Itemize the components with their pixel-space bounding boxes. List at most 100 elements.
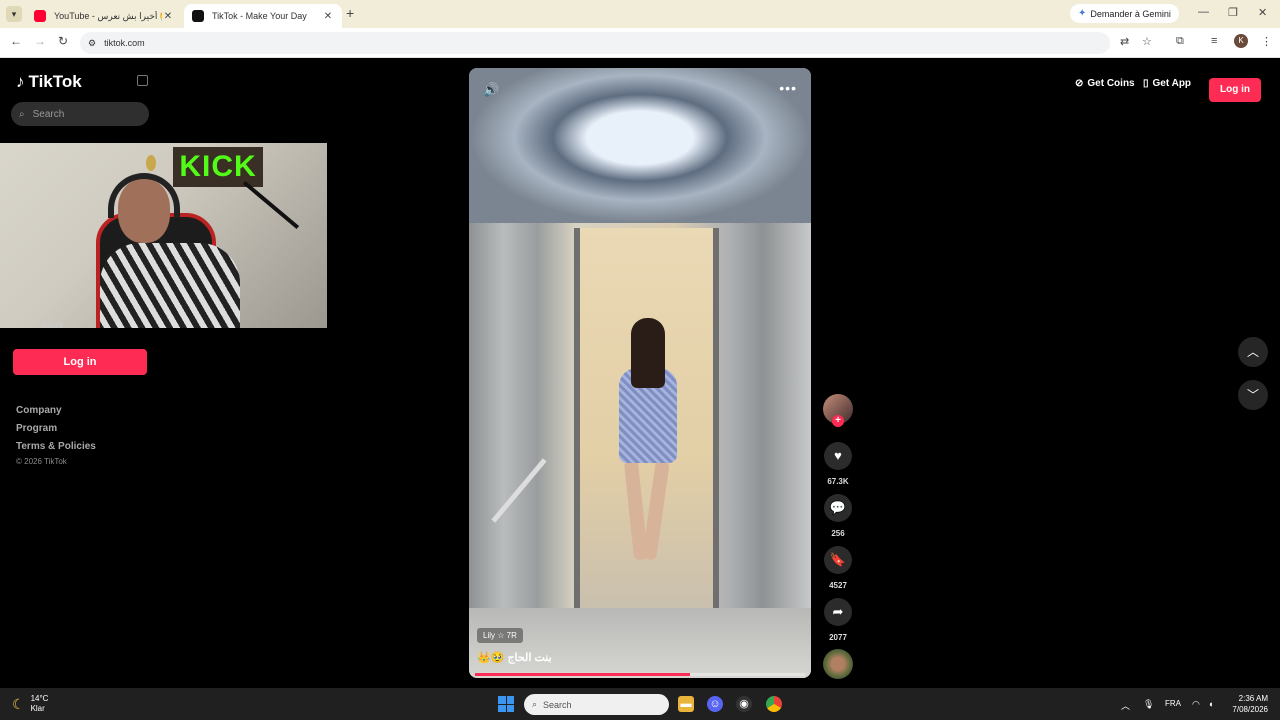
gemini-label: Demander à Gemini xyxy=(1090,8,1171,19)
translate-icon[interactable]: ⇄ xyxy=(1120,35,1129,48)
clock[interactable]: 2:36 AM 7/08/2026 xyxy=(1222,693,1268,715)
chrome-icon[interactable] xyxy=(766,696,782,712)
video-caption: بنت الحاج 🥹👑 xyxy=(477,652,552,664)
start-button[interactable] xyxy=(498,696,514,712)
collapse-sidebar-icon[interactable] xyxy=(137,75,148,86)
wall-sticker xyxy=(146,155,156,171)
youtube-favicon-icon xyxy=(34,10,46,22)
video-tag[interactable]: Lily ☆ 7R xyxy=(477,628,523,643)
coin-icon: ⊘ xyxy=(1075,78,1084,89)
file-explorer-icon[interactable]: ▬ xyxy=(678,696,694,712)
browser-menu-icon[interactable]: ⋮ xyxy=(1261,35,1272,48)
forward-icon[interactable]: → xyxy=(34,34,46,48)
taskbar-search-placeholder: Search xyxy=(543,699,572,710)
video-ceiling xyxy=(469,68,811,223)
profile-avatar[interactable]: K xyxy=(1234,34,1248,48)
mic-arm xyxy=(242,180,300,230)
heart-icon[interactable]: ♥ xyxy=(824,442,852,470)
date: 7/08/2026 xyxy=(1232,705,1268,714)
get-app-label: Get App xyxy=(1152,78,1192,89)
tab-search-menu-button[interactable]: ▾ xyxy=(6,6,22,22)
site-info-icon[interactable]: ⚙ xyxy=(88,38,96,49)
video-floor xyxy=(469,608,811,678)
tab-tiktok[interactable]: TikTok - Make Your Day ✕ xyxy=(184,4,342,28)
headset xyxy=(108,173,180,218)
temperature: 14°C xyxy=(30,694,49,703)
more-icon[interactable]: ••• xyxy=(779,80,797,96)
tiktok-page: ♪ TikTok ⌕ Search KICK More Log in Compa… xyxy=(0,58,1280,688)
comment-count: 256 xyxy=(831,529,845,538)
omnibox[interactable]: ⚙ tiktok.com xyxy=(80,32,1110,54)
url-text: tiktok.com xyxy=(104,38,145,48)
tab-youtube[interactable]: YouTube - أخيرا بش نعرس 😭 ✕ xyxy=(26,4,182,28)
search-input[interactable]: ⌕ Search xyxy=(11,102,149,126)
gemini-sparkle-icon: ✦ xyxy=(1078,8,1087,19)
search-icon: ⌕ xyxy=(19,108,25,120)
share-icon[interactable]: ➦ xyxy=(824,598,852,626)
header-login-button[interactable]: Log in xyxy=(1209,78,1261,102)
tiktok-logo[interactable]: ♪ TikTok xyxy=(16,72,82,92)
back-icon[interactable]: ← xyxy=(10,34,22,48)
follow-plus-icon[interactable]: + xyxy=(832,415,844,427)
close-window-button[interactable]: ✕ xyxy=(1258,6,1267,19)
weather-widget[interactable]: ☾ 14°C Klar xyxy=(12,694,48,714)
reload-icon[interactable]: ↻ xyxy=(58,34,68,48)
tiktok-favicon-icon xyxy=(192,10,204,22)
like-count: 67.3K xyxy=(827,477,849,486)
extensions-icon[interactable]: ⧉ xyxy=(1176,35,1184,48)
copyright: © 2026 TikTok xyxy=(16,457,67,466)
share-count: 2077 xyxy=(829,633,847,642)
footer-link-terms[interactable]: Terms & Policies xyxy=(16,441,96,452)
windows-taskbar: ☾ 14°C Klar ⌕ Search ▬ ☺ ◉ ︿ 🎙 FRA ◠ ◖ 2… xyxy=(0,688,1280,720)
chevron-down-icon[interactable]: ﹀ xyxy=(1238,380,1268,410)
music-disc[interactable] xyxy=(823,649,853,679)
microphone-icon[interactable]: 🎙 xyxy=(1143,699,1154,710)
search-placeholder: Search xyxy=(32,108,65,120)
brand-name: TikTok xyxy=(28,72,82,91)
restore-window-button[interactable]: ❐ xyxy=(1228,6,1238,19)
phone-icon: ▯ xyxy=(1143,78,1149,89)
kick-logo: KICK xyxy=(173,147,263,187)
video-progress-bar[interactable] xyxy=(475,673,805,676)
close-tab-icon[interactable]: ✕ xyxy=(162,11,174,22)
speaker-icon[interactable]: ◖ xyxy=(1208,699,1213,709)
volume-icon[interactable]: 🔊 xyxy=(483,82,499,98)
gemini-button[interactable]: ✦ Demander à Gemini xyxy=(1070,4,1179,23)
tab-strip: ▾ YouTube - أخيرا بش نعرس 😭 ✕ TikTok - M… xyxy=(0,0,1280,28)
time: 2:36 AM xyxy=(1238,694,1268,703)
tiktok-note-icon: ♪ xyxy=(16,72,25,91)
comment-icon[interactable]: 💬 xyxy=(824,494,852,522)
video-progress-fill xyxy=(475,673,690,676)
wifi-icon[interactable]: ◠ xyxy=(1192,699,1200,710)
tab-title: YouTube - أخيرا بش نعرس 😭 xyxy=(54,10,162,21)
language-indicator[interactable]: FRA xyxy=(1165,699,1181,708)
tray-overflow-icon[interactable]: ︿ xyxy=(1121,699,1130,712)
sidebar-login-button[interactable]: Log in xyxy=(13,349,147,375)
minimize-window-button[interactable]: — xyxy=(1198,6,1209,18)
taskbar-search[interactable]: ⌕ Search xyxy=(524,694,669,715)
webcam-overlay: KICK xyxy=(0,143,327,328)
search-icon: ⌕ xyxy=(532,699,538,709)
bookmark-star-icon[interactable]: ☆ xyxy=(1142,35,1152,48)
footer-link-company[interactable]: Company xyxy=(16,405,62,416)
video-player[interactable]: 🔊 ••• Lily ☆ 7R بنت الحاج 🥹👑 xyxy=(469,68,811,678)
chevron-up-icon[interactable]: ︿ xyxy=(1238,337,1268,367)
save-count: 4527 xyxy=(829,581,847,590)
media-controls-icon[interactable]: ≡ xyxy=(1211,35,1217,47)
streamer-shirt xyxy=(100,243,240,328)
moon-icon: ☾ xyxy=(12,695,25,712)
get-coins-button[interactable]: ⊘ Get Coins xyxy=(1075,78,1135,89)
weather-condition: Klar xyxy=(30,704,45,713)
video-figure-hair xyxy=(631,318,665,388)
video-rail xyxy=(491,458,547,523)
discord-icon[interactable]: ☺ xyxy=(707,696,723,712)
footer-link-program[interactable]: Program xyxy=(16,423,57,434)
address-toolbar: ← → ↻ ⚙ tiktok.com ⇄ ☆ ⧉ ≡ K ⋮ xyxy=(0,28,1280,58)
get-app-button[interactable]: ▯ Get App xyxy=(1143,78,1191,89)
close-tab-icon[interactable]: ✕ xyxy=(322,11,334,22)
bookmark-icon[interactable]: 🔖 xyxy=(824,546,852,574)
sidebar-more-label[interactable]: More xyxy=(42,323,64,329)
new-tab-button[interactable]: + xyxy=(346,5,354,21)
tab-title: TikTok - Make Your Day xyxy=(212,11,307,21)
obs-icon[interactable]: ◉ xyxy=(736,696,752,712)
